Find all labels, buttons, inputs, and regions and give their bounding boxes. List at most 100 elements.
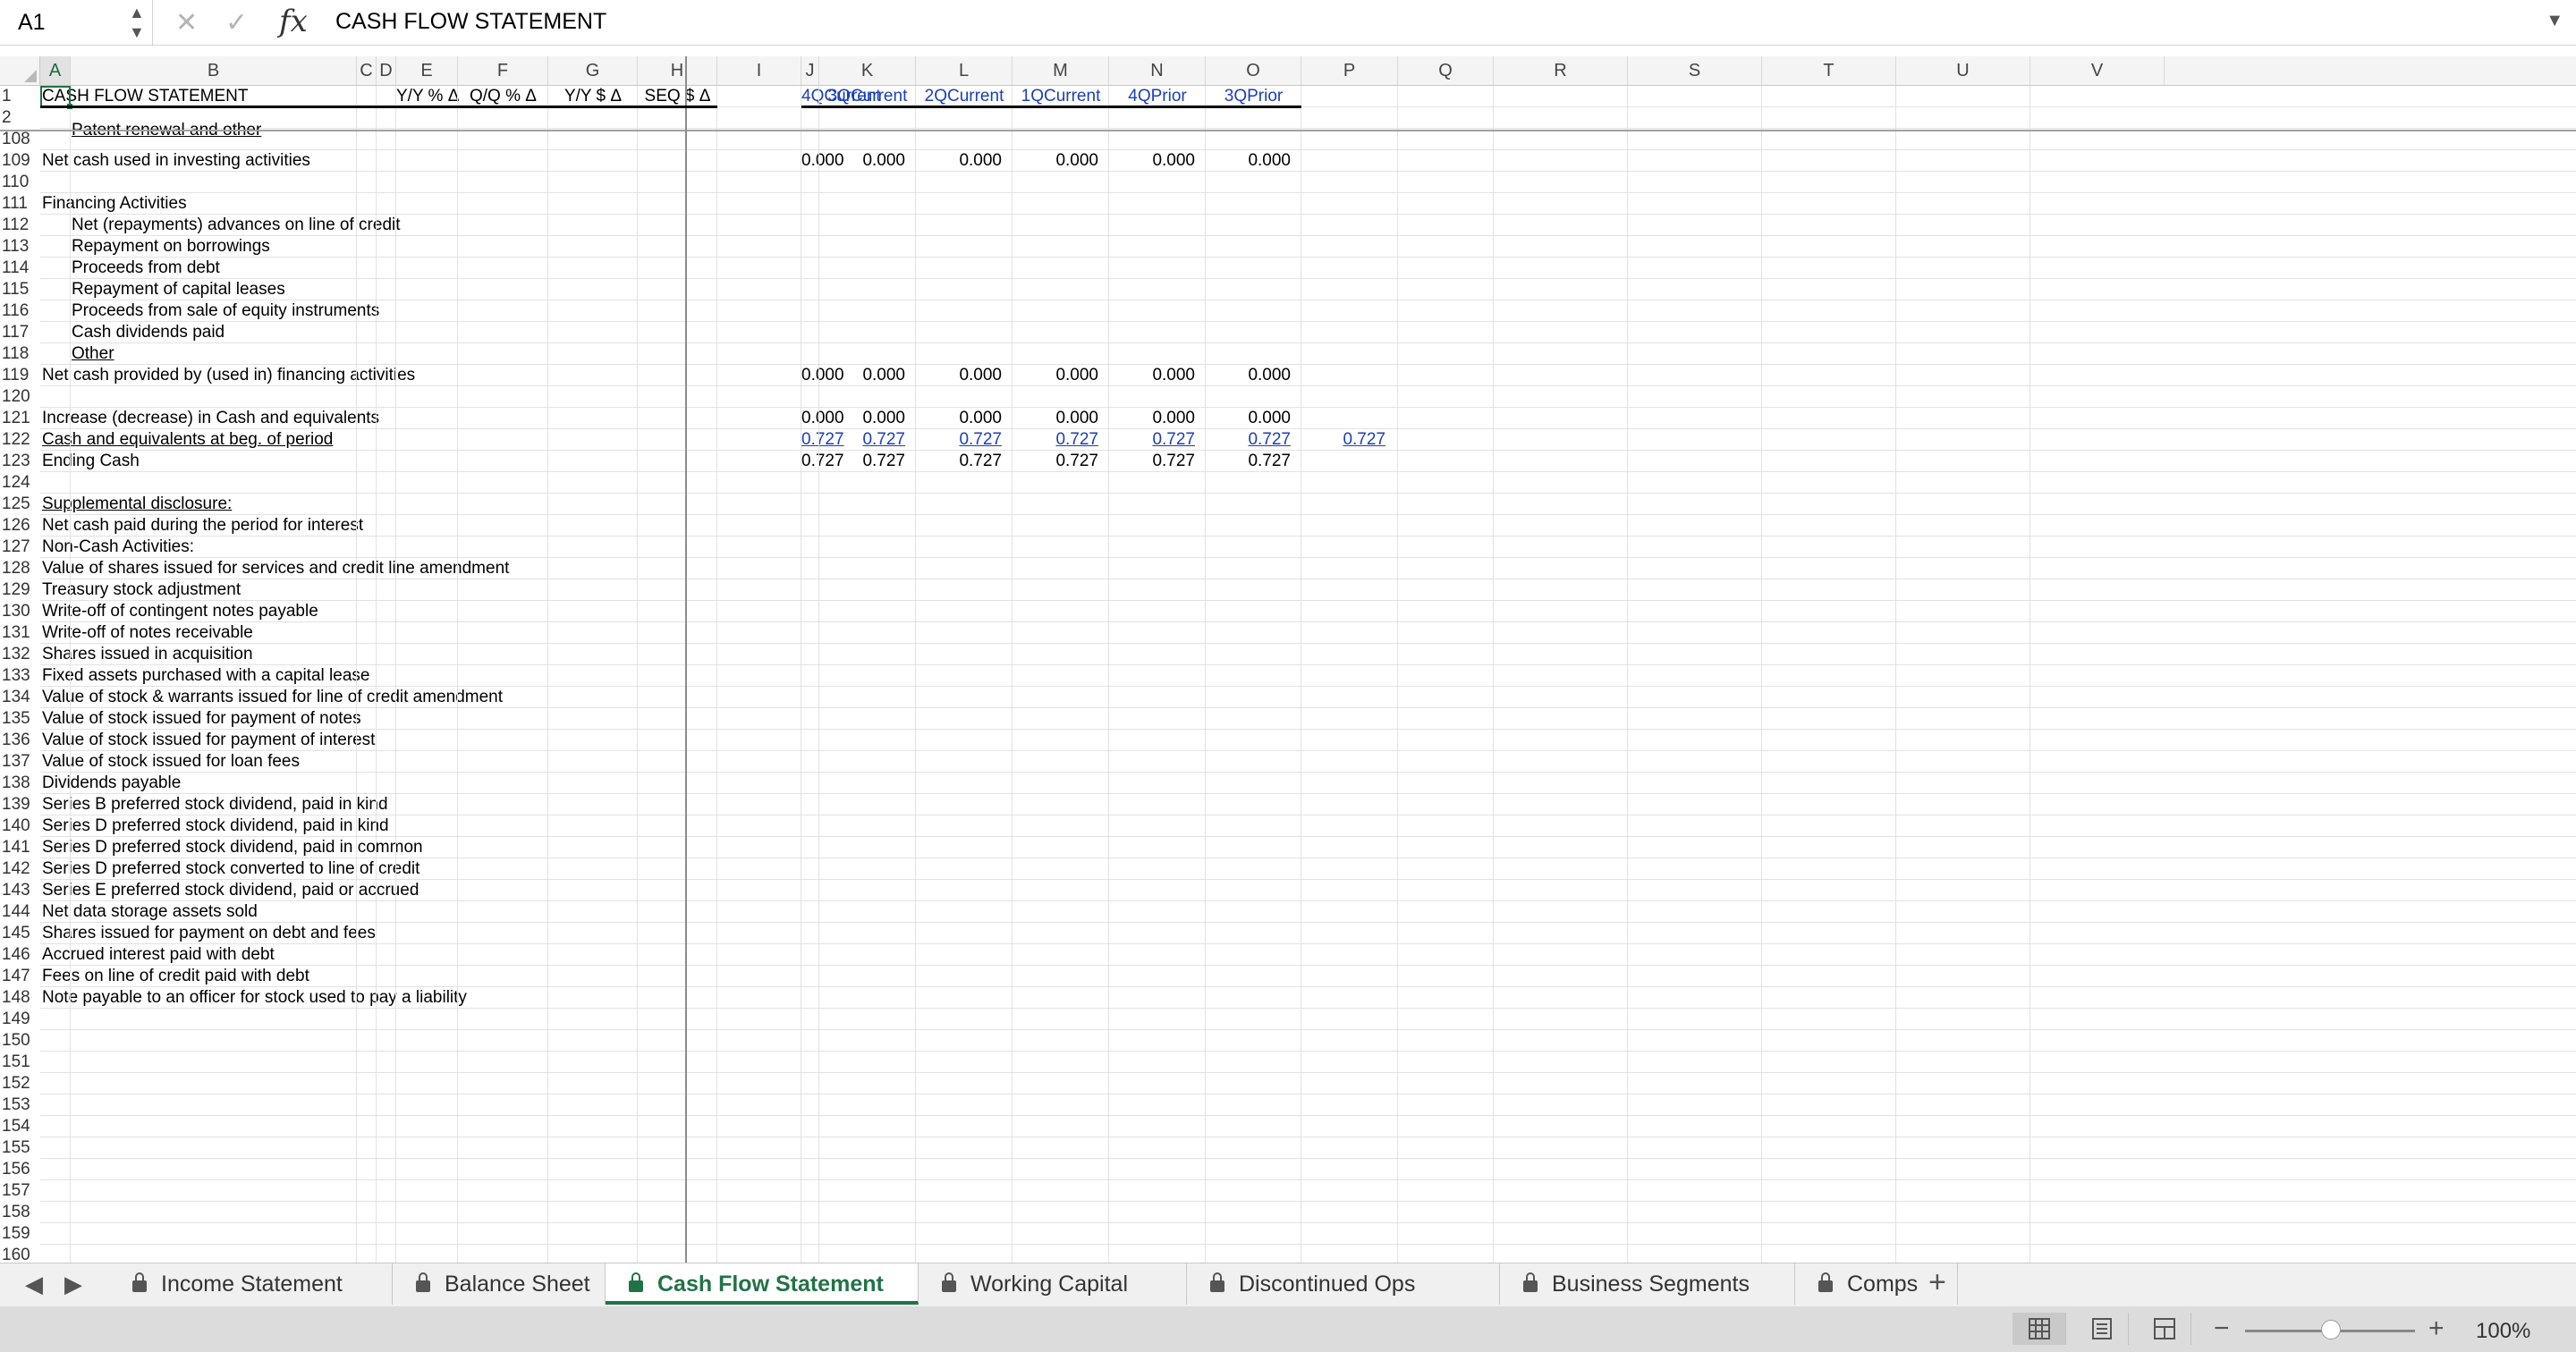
row-label[interactable]: Non-Cash Activities: xyxy=(42,537,194,558)
header-cell-g[interactable]: Y/Y $ Δ xyxy=(548,86,638,107)
value-cell[interactable]: 0.000 xyxy=(1109,408,1195,429)
row-label[interactable]: Dividends payable xyxy=(42,773,181,794)
header-cell-f[interactable]: Q/Q % Δ xyxy=(458,86,548,107)
row-header[interactable]: 119 xyxy=(0,365,39,386)
row-header[interactable]: 141 xyxy=(0,837,39,858)
row-label[interactable]: Note payable to an officer for stock use… xyxy=(42,987,467,1009)
period-header-m[interactable]: 1QCurrent xyxy=(1013,86,1109,107)
row-label[interactable]: Accrued interest paid with debt xyxy=(42,944,275,966)
row-label[interactable]: Value of stock issued for payment of not… xyxy=(42,708,361,730)
row-label[interactable]: Net cash provided by (used in) financing… xyxy=(42,365,415,386)
column-header-s[interactable]: S xyxy=(1628,56,1762,85)
sheet-title-cell[interactable]: CASH FLOW STATEMENT xyxy=(42,86,248,107)
row-label[interactable]: Net (repayments) advances on line of cre… xyxy=(42,215,401,236)
row-header[interactable]: 131 xyxy=(0,622,39,644)
value-cell[interactable]: 0.727 xyxy=(1013,429,1098,451)
row-header[interactable]: 132 xyxy=(0,644,39,665)
row-label[interactable]: Proceeds from sale of equity instruments xyxy=(42,300,379,322)
row-label[interactable]: Increase (decrease) in Cash and equivale… xyxy=(42,408,379,429)
add-sheet-button[interactable]: + xyxy=(1928,1265,1946,1300)
scroll-tabs-left-icon[interactable]: ◀ xyxy=(25,1271,43,1298)
row-header[interactable]: 140 xyxy=(0,815,39,837)
row-header[interactable]: 146 xyxy=(0,944,39,966)
row-label[interactable]: Other xyxy=(42,343,114,365)
row-header[interactable]: 159 xyxy=(0,1223,39,1245)
column-header-r[interactable]: R xyxy=(1494,56,1628,85)
value-cell[interactable]: 0.727 xyxy=(1206,451,1291,472)
formula-input[interactable]: CASH FLOW STATEMENT xyxy=(335,9,606,35)
row-label[interactable]: Cash and equivalents at beg. of period xyxy=(42,429,333,451)
value-cell[interactable]: 0.000 xyxy=(1206,150,1291,172)
value-cell[interactable]: 0.000 xyxy=(1109,150,1195,172)
value-cell[interactable]: 0.000 xyxy=(1206,408,1291,429)
name-box[interactable]: A1 ▲ ▼ xyxy=(0,0,153,45)
column-header-c[interactable]: C xyxy=(357,56,377,85)
row-header[interactable]: 115 xyxy=(0,279,39,300)
row-header[interactable]: 139 xyxy=(0,794,39,815)
value-cell[interactable]: 0.000 xyxy=(916,408,1002,429)
header-cell-e[interactable]: Y/Y % Δ xyxy=(396,86,459,107)
row-label[interactable]: Series B preferred stock dividend, paid … xyxy=(42,794,388,815)
column-header-e[interactable]: E xyxy=(396,56,458,85)
column-header-l[interactable]: L xyxy=(916,56,1013,85)
row-header[interactable]: 126 xyxy=(0,515,39,537)
row-header[interactable]: 157 xyxy=(0,1180,39,1202)
scroll-tabs-right-icon[interactable]: ▶ xyxy=(64,1271,82,1298)
period-header-j[interactable]: 4QCurrent xyxy=(801,86,881,107)
row-header[interactable]: 129 xyxy=(0,579,39,601)
value-cell[interactable]: 0.727 xyxy=(819,451,905,472)
row-header[interactable]: 136 xyxy=(0,730,39,751)
cancel-icon[interactable]: ✕ xyxy=(175,7,198,38)
column-header-g[interactable]: G xyxy=(548,56,638,85)
column-header-j[interactable]: J xyxy=(801,56,819,85)
row-label[interactable]: Ending Cash xyxy=(42,451,140,472)
row-label[interactable]: Fees on line of credit paid with debt xyxy=(42,966,309,987)
row-label[interactable]: Shares issued in acquisition xyxy=(42,644,253,665)
value-cell[interactable]: 0.000 xyxy=(1206,365,1291,386)
row-header[interactable]: 149 xyxy=(0,1009,39,1030)
row-header[interactable]: 114 xyxy=(0,258,39,279)
row-label[interactable]: Proceeds from debt xyxy=(42,258,220,279)
row-header[interactable]: 128 xyxy=(0,558,39,579)
row-header[interactable]: 113 xyxy=(0,236,39,258)
column-header-o[interactable]: O xyxy=(1206,56,1301,85)
value-cell[interactable]: 0.727 xyxy=(819,429,905,451)
zoom-slider-handle[interactable] xyxy=(2321,1320,2341,1339)
column-header-f[interactable]: F xyxy=(458,56,548,85)
row-label[interactable]: Value of stock & warrants issued for lin… xyxy=(42,687,503,708)
column-header-q[interactable]: Q xyxy=(1398,56,1494,85)
row-header[interactable]: 123 xyxy=(0,451,39,472)
row-header[interactable]: 137 xyxy=(0,751,39,773)
value-cell[interactable]: 0.000 xyxy=(916,365,1002,386)
row-header[interactable]: 118 xyxy=(0,343,39,365)
row-header[interactable]: 110 xyxy=(0,172,39,193)
row-label[interactable]: Net cash paid during the period for inte… xyxy=(42,515,363,537)
row-header[interactable]: 154 xyxy=(0,1116,39,1137)
column-header-p[interactable]: P xyxy=(1301,56,1398,85)
row-header[interactable]: 143 xyxy=(0,880,39,901)
row-header[interactable]: 130 xyxy=(0,601,39,622)
row-header[interactable]: 156 xyxy=(0,1159,39,1180)
row-header[interactable]: 152 xyxy=(0,1073,39,1094)
sheet-tab-income-statement[interactable]: Income Statement xyxy=(109,1263,393,1305)
row-label[interactable]: Series D preferred stock converted to li… xyxy=(42,858,419,880)
row-header[interactable]: 121 xyxy=(0,408,39,429)
column-header-m[interactable]: M xyxy=(1013,56,1109,85)
period-header-l[interactable]: 2QCurrent xyxy=(916,86,1013,107)
row-header[interactable]: 138 xyxy=(0,773,39,794)
row-header[interactable]: 135 xyxy=(0,708,39,730)
name-box-stepper-icon[interactable]: ▲ ▼ xyxy=(129,3,145,42)
row-header[interactable]: 117 xyxy=(0,322,39,343)
row-label[interactable]: Net data storage assets sold xyxy=(42,901,258,923)
confirm-check-icon[interactable]: ✓ xyxy=(225,7,248,38)
row-header[interactable]: 112 xyxy=(0,215,39,236)
column-header-b[interactable]: B xyxy=(71,56,357,85)
value-cell[interactable]: 0.000 xyxy=(819,365,905,386)
column-header-v[interactable]: V xyxy=(2030,56,2165,85)
column-header-d[interactable]: D xyxy=(377,56,396,85)
zoom-in-button[interactable]: + xyxy=(2428,1314,2445,1344)
row-header[interactable]: 145 xyxy=(0,923,39,944)
row-header[interactable]: 147 xyxy=(0,966,39,987)
value-cell[interactable]: 0.727 xyxy=(801,451,844,472)
row-label[interactable]: Series D preferred stock dividend, paid … xyxy=(42,815,389,837)
